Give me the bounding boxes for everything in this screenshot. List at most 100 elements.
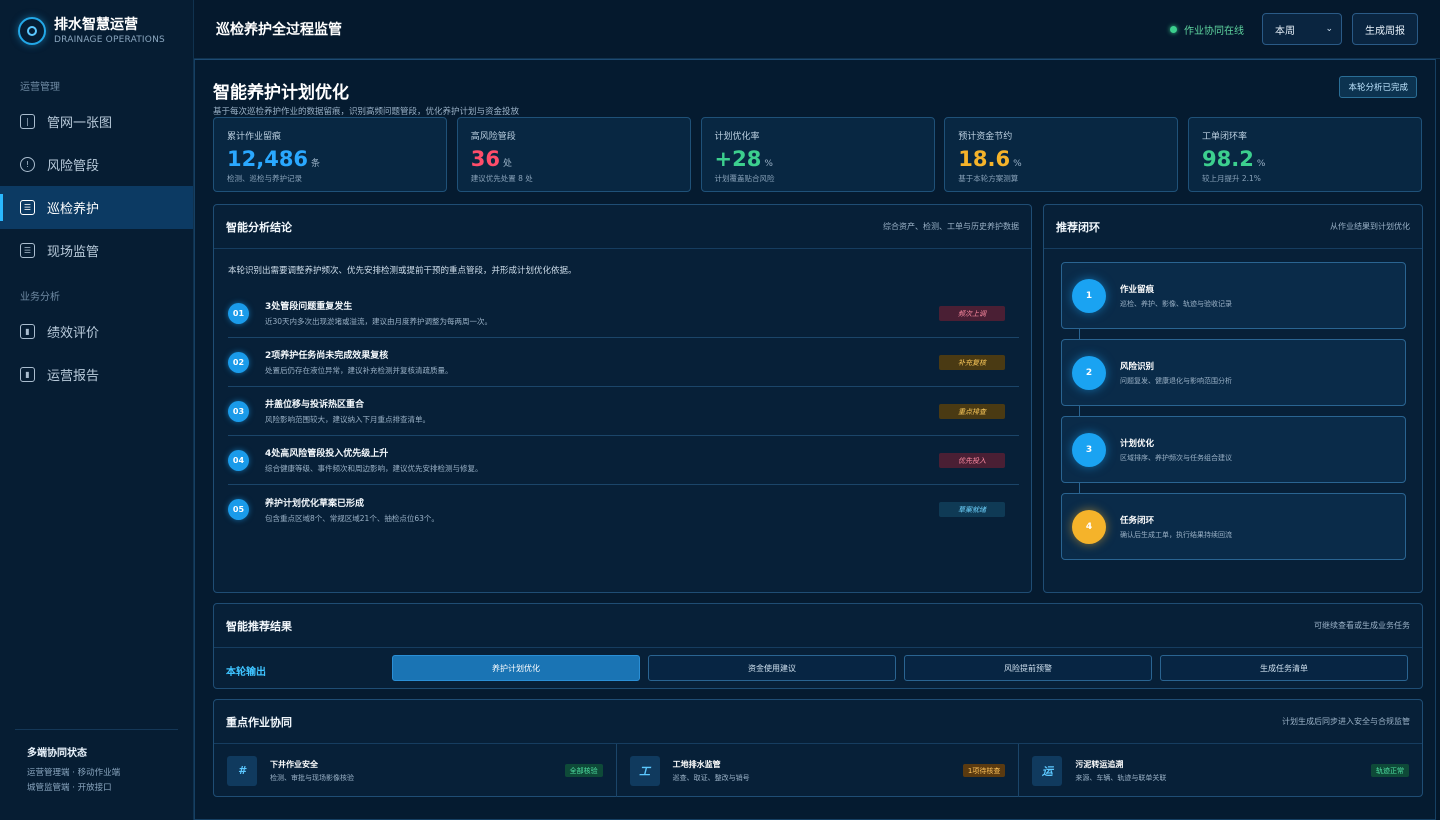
analysis-title: 智能分析结论 <box>226 220 292 234</box>
item-number: 05 <box>228 499 249 520</box>
app-root: 排水智慧运营 DRAINAGE OPERATIONS 运营管理 | 管网一张图 … <box>0 0 1440 820</box>
output-label: 本轮输出 <box>226 667 266 678</box>
conclusion-item[interactable]: 01 3处管段问题重复发生 近30天内多次出现淤堵或溢流，建议由月度养护调整为每两… <box>228 289 1019 338</box>
conclusion-item[interactable]: 04 4处高风险管段投入优先级上升 综合健康等级、事件频次和周边影响，建议优先安排… <box>228 436 1019 485</box>
kpi-label: 高风险管段 <box>470 132 516 142</box>
kpi-label: 工单闭环率 <box>1202 132 1248 142</box>
analysis-panel: 智能分析结论 综合资产、检测、工单与历史养护数据 本轮识别出需要调整养护频次、优… <box>213 204 1032 593</box>
item-desc: 处置后仍存在液位异常，建议补充检测并复核清疏质量。 <box>265 366 453 375</box>
topbar: 巡检养护全过程监管 作业协同在线 本周 ⌄ 生成周报 <box>194 0 1440 59</box>
well-safety-icon: # <box>227 755 257 786</box>
period-select[interactable]: 本周 ⌄ <box>1262 13 1342 45</box>
kpi-value: 36 <box>470 147 500 171</box>
brand-subtitle: DRAINAGE OPERATIONS <box>54 35 165 45</box>
item-number: 02 <box>228 351 249 373</box>
step-desc: 问题复发、健康退化与影响范围分析 <box>1120 376 1232 385</box>
status-badge: 1项待核查 <box>962 764 1006 777</box>
analysis-complete-badge[interactable]: 本轮分析已完成 <box>1339 76 1417 98</box>
sidebar-item-label: 绩效评价 <box>47 326 100 341</box>
maintenance-plan-button[interactable]: 养护计划优化 <box>392 655 640 681</box>
task-list-button[interactable]: 生成任务清单 <box>1160 655 1408 681</box>
item-tag: 频次上调 <box>939 306 1005 321</box>
coop-card-title: 工地排水监管 <box>672 759 721 769</box>
loop-step[interactable]: 1 作业留痕巡检、养护、影像、轨迹与验收记录 <box>1061 262 1406 339</box>
kpi-unit: % <box>1256 159 1266 169</box>
step-number: 2 <box>1072 355 1106 390</box>
coop-card-title: 下井作业安全 <box>270 759 318 769</box>
kpi-row: 累计作业留痕 12,486 条 检测、巡检与养护记录 高风险管段 36 处 建议优先… <box>213 117 1422 192</box>
item-tag: 补充复核 <box>939 355 1005 370</box>
risk-warning-button[interactable]: 风险提前预警 <box>904 655 1152 681</box>
sidebar-item-label: 运营报告 <box>47 369 100 384</box>
conclusion-item[interactable]: 05 养护计划优化草案已形成 包含重点区域8个、常规区域21个、抽检点位63个。 … <box>228 485 1019 534</box>
kpi-unit: 条 <box>311 159 321 169</box>
sidebar-item-inspection[interactable]: ☰ 巡检养护 <box>0 186 193 229</box>
alert-icon: ! <box>20 157 35 172</box>
kpi-note: 较上月提升 2.1% <box>1202 174 1261 183</box>
report-icon: ▮ <box>20 367 35 382</box>
status-badge: 全部核验 <box>564 764 603 777</box>
construction-icon: 工 <box>629 755 660 786</box>
loop-title: 推荐闭环 <box>1056 220 1100 234</box>
item-tag: 优先投入 <box>939 453 1005 468</box>
sidebar-item-label: 现场监管 <box>47 245 100 260</box>
step-title: 作业留痕 <box>1120 284 1155 295</box>
chart-icon: ▮ <box>20 324 35 339</box>
status-dot-icon <box>1170 25 1177 33</box>
coop-card-desc: 检测、审批与现场影像核验 <box>270 773 354 782</box>
coop-card-title: 污泥转运追溯 <box>1075 759 1124 769</box>
chevron-down-icon: ⌄ <box>1325 24 1333 34</box>
sidebar-item-field-supervision[interactable]: ☰ 现场监管 <box>0 229 193 272</box>
item-title: 3处管段问题重复发生 <box>265 302 353 312</box>
coop-card[interactable]: # 下井作业安全检测、审批与现场影像核验 全部核验 <box>214 744 617 797</box>
nav-section-analysis: 业务分析 <box>20 292 60 303</box>
brand-title: 排水智慧运营 <box>54 17 138 33</box>
sidebar-item-network-map[interactable]: | 管网一张图 <box>0 100 193 143</box>
generate-weekly-report-button[interactable]: 生成周报 <box>1352 13 1418 45</box>
step-title: 风险识别 <box>1120 361 1155 372</box>
kpi-card: 累计作业留痕 12,486 条 检测、巡检与养护记录 <box>213 117 447 192</box>
kpi-card: 预计资金节约 18.6% 基于本轮方案测算 <box>944 117 1179 192</box>
recommend-title: 智能推荐结果 <box>226 619 292 633</box>
brand: 排水智慧运营 DRAINAGE OPERATIONS <box>0 0 193 62</box>
transport-icon: 运 <box>1032 755 1063 786</box>
sidebar-item-label: 管网一张图 <box>47 116 113 131</box>
coop-card[interactable]: 工 工地排水监管 巡查、取证、整改与销号 1项待核查 <box>617 744 1020 797</box>
online-status-label: 作业协同在线 <box>1184 25 1244 37</box>
sidebar-item-performance[interactable]: ▮ 绩效评价 <box>0 310 193 353</box>
loop-step[interactable]: 2 风险识别问题复发、健康退化与影响范围分析 <box>1061 339 1406 416</box>
step-desc: 确认后生成工单，执行结果持续回流 <box>1120 530 1232 539</box>
fund-usage-button[interactable]: 资金使用建议 <box>648 655 896 681</box>
map-icon: | <box>20 114 35 129</box>
coop-card[interactable]: 运 污泥转运追溯 来源、车辆、轨迹与联单关联 轨迹正常 <box>1019 744 1422 797</box>
loop-step[interactable]: 4 任务闭环 确认后生成工单，执行结果持续回流 <box>1061 493 1406 560</box>
kpi-label: 累计作业留痕 <box>227 132 282 142</box>
sidebar-item-risk-segments[interactable]: ! 风险管段 <box>0 143 193 186</box>
kpi-unit: % <box>1013 159 1022 169</box>
kpi-unit: % <box>764 159 773 169</box>
item-number: 04 <box>228 449 249 471</box>
step-number: 1 <box>1072 278 1106 313</box>
kpi-card: 计划优化率 +28% 计划覆盖贴合风险 <box>700 117 935 192</box>
sidebar-item-reports[interactable]: ▮ 运营报告 <box>0 353 193 396</box>
analysis-subtitle: 综合资产、检测、工单与历史养护数据 <box>883 222 1019 231</box>
conclusion-item[interactable]: 03 井盖位移与投诉热区重合 风险影响范围较大，建议纳入下月重点排查清单。 重点排… <box>228 387 1019 436</box>
sync-status: 多端协同状态 运营管理端 · 移动作业端 城管监管端 · 开放接口 <box>15 729 178 796</box>
loop-step[interactable]: 3 计划优化 区域排序、养护频次与任务组合建议 <box>1061 416 1406 493</box>
sync-status-title: 多端协同状态 <box>27 748 87 759</box>
analysis-intro: 本轮识别出需要调整养护频次、优先安排检测或提前干预的重点管段，并形成计划优化依据… <box>228 266 577 276</box>
content-frame: 智能养护计划优化 基于每次巡检养护作业的数据留痕，识别高频问题管段，优化养护计划… <box>194 59 1436 820</box>
conclusion-item[interactable]: 02 2项养护任务尚未完成效果复核 处置后仍存在液位异常，建议补充检测并复核清疏质… <box>228 338 1019 387</box>
recommend-subtitle: 可继续查看或生成业务任务 <box>1314 621 1410 630</box>
step-title: 计划优化 <box>1120 438 1155 449</box>
main-content: 智能养护计划优化 基于每次巡检养护作业的数据留痕，识别高频问题管段，优化养护计划… <box>194 59 1440 820</box>
kpi-note: 检测、巡检与养护记录 <box>227 174 302 183</box>
item-tag: 草案就绪 <box>939 502 1005 517</box>
item-title: 养护计划优化草案已形成 <box>265 498 365 509</box>
item-title: 井盖位移与投诉热区重合 <box>265 400 365 410</box>
drop-logo-icon <box>18 17 46 45</box>
loop-subtitle: 从作业结果到计划优化 <box>1330 222 1410 231</box>
hero-subtitle: 基于每次巡检养护作业的数据留痕，识别高频问题管段，优化养护计划与资金投放 <box>213 107 520 117</box>
kpi-value: 12,486 <box>227 147 309 171</box>
step-desc: 巡检、养护、影像、轨迹与验收记录 <box>1120 299 1232 308</box>
